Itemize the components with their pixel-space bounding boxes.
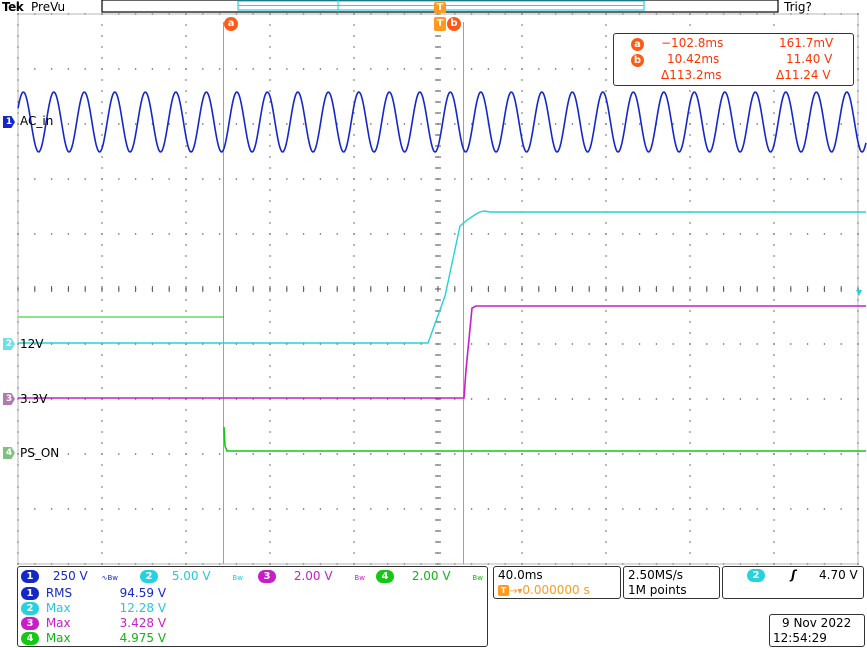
meas4-icon: 4 [21, 632, 39, 645]
ch1-settings[interactable]: 1 250 V ∿Bw [21, 569, 118, 583]
cursor-b-badge[interactable]: b [447, 17, 461, 31]
ch2-bandwidth-icon: Bw [232, 574, 243, 582]
ch4-waveform [223, 426, 866, 452]
meas1-type: RMS [45, 586, 73, 600]
measurement-row[interactable]: 2 Max 12.28 V [21, 601, 166, 615]
horizontal-scale: 40.0ms [498, 568, 543, 582]
acquisition-panel[interactable]: 2.50MS/s 1M points [623, 566, 720, 599]
meas4-value: 4.975 V [119, 631, 167, 645]
trigger-level-arrow[interactable] [856, 290, 862, 296]
meas2-value: 12.28 V [119, 601, 167, 615]
ch4-icon: 4 [376, 570, 394, 583]
trigger-t-icon: T [498, 585, 509, 596]
meas2-type: Max [45, 601, 71, 615]
ch2-scale: 5.00 V [171, 569, 211, 583]
ch1-icon: 1 [21, 570, 39, 583]
trigger-position-marker[interactable]: T [434, 17, 446, 31]
cursor-a-time: −102.8ms [661, 36, 724, 50]
ch2-icon: 2 [140, 570, 158, 583]
channel-settings-panel: 1 250 V ∿Bw 2 5.00 V Bw 3 2.00 V Bw 4 2.… [17, 566, 488, 647]
waveform-display [17, 0, 867, 565]
ch1-bandwidth-icon: ∿Bw [101, 574, 118, 582]
trigger-panel[interactable]: 2 ʃ 4.70 V [722, 566, 864, 599]
trigger-position-readout: T →▾0.000000 s [498, 583, 590, 597]
trigger-source-icon: 2 [747, 569, 765, 582]
cursor-readout: a −102.8ms 161.7mV b 10.42ms 11.40 V Δ11… [613, 33, 854, 86]
cursor-a-value: 161.7mV [779, 36, 834, 50]
ch2-trace-label: 12V [20, 337, 44, 351]
sample-rate: 2.50MS/s [628, 568, 683, 582]
ch4-trace-label: PS_ON [20, 446, 60, 460]
trigger-top-label: T [436, 2, 444, 13]
timebase-panel[interactable]: 40.0ms T →▾0.000000 s [493, 566, 621, 599]
arrow-right-icon: →▾ [509, 586, 523, 597]
meas1-icon: 1 [21, 587, 39, 600]
ch1-scale: 250 V [52, 569, 88, 583]
ch2-settings[interactable]: 2 5.00 V Bw [140, 569, 243, 583]
ch3-scale: 2.00 V [293, 569, 333, 583]
meas4-type: Max [45, 631, 71, 645]
ch3-icon: 3 [258, 570, 276, 583]
record-length: 1M points [628, 583, 687, 597]
ch1-trace-label: AC_in [20, 114, 54, 128]
ch2-waveform [18, 210, 866, 344]
cursor-delta-value: Δ11.24 V [776, 68, 831, 82]
measurement-row[interactable]: 1 RMS 94.59 V [21, 586, 166, 600]
cursor-b-icon: b [631, 52, 644, 67]
meas1-value: 94.59 V [119, 586, 167, 600]
ch4-bandwidth-icon: Bw [472, 574, 483, 582]
cursor-b-value: 11.40 V [786, 52, 833, 66]
meas2-icon: 2 [21, 602, 39, 615]
meas3-icon: 3 [21, 617, 39, 630]
meas3-value: 3.428 V [119, 616, 167, 630]
trigger-status: Trig? [784, 0, 812, 14]
trigger-position-top-icon[interactable]: T [434, 2, 446, 13]
rising-edge-icon: ʃ [791, 568, 796, 582]
cursor-delta-time: Δ113.2ms [661, 68, 722, 82]
brand-logo: Tek [2, 0, 24, 14]
measurement-row[interactable]: 3 Max 3.428 V [21, 616, 166, 630]
time: 12:54:29 [773, 631, 827, 645]
acquisition-mode: PreVu [31, 0, 66, 14]
cursor-a-icon: a [631, 36, 644, 51]
cursor-a-badge[interactable]: a [224, 17, 238, 31]
date: 9 Nov 2022 [782, 616, 852, 630]
measurement-row[interactable]: 4 Max 4.975 V [21, 631, 166, 645]
ch4-scale: 2.00 V [411, 569, 451, 583]
ch1-waveform [17, 91, 867, 153]
ch3-bandwidth-icon: Bw [354, 574, 365, 582]
ch3-trace-label: 3.3V [20, 392, 48, 406]
meas3-type: Max [45, 616, 71, 630]
ch3-settings[interactable]: 3 2.00 V Bw [258, 569, 365, 583]
trigger-level: 4.70 V [819, 568, 858, 582]
datetime-panel: 9 Nov 2022 12:54:29 [769, 614, 865, 647]
trigger-position-value: 0.000000 s [522, 583, 590, 597]
cursor-b-time: 10.42ms [667, 52, 720, 66]
ch4-settings[interactable]: 4 2.00 V Bw [376, 569, 483, 583]
ch3-waveform [18, 305, 866, 399]
